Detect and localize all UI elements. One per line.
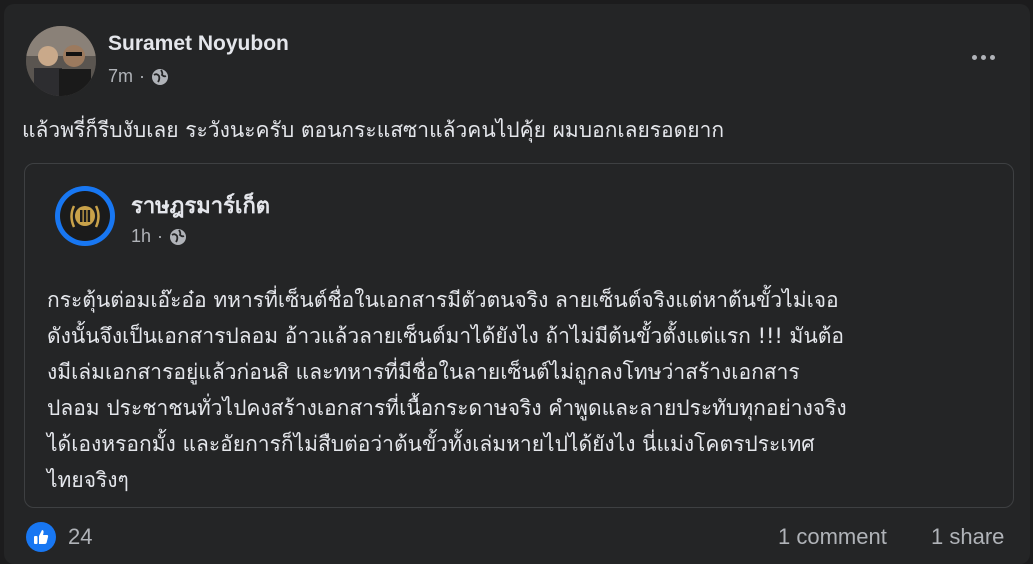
more-options-icon[interactable] [964,42,1002,72]
shared-post-text: กระตุ้นต่อมเอ๊ะอ๋อ ทหารที่เซ็นต์ชื่อในเอ… [47,282,997,498]
post-meta: 7m · [108,66,169,87]
globe-icon[interactable] [151,68,169,86]
like-icon[interactable] [26,522,56,552]
meta-separator: · [139,66,146,86]
post-card: Suramet Noyubon 7m · แล้วพรี่ก็รีบงับเลย… [4,4,1030,564]
post-footer: 24 1 comment 1 share [4,518,1030,558]
page-avatar[interactable] [55,186,115,246]
text-line: ไทยจริงๆ [47,468,129,492]
shared-post-time[interactable]: 1h [131,226,151,247]
thumbs-up-icon [34,530,49,544]
more-dot [971,54,977,60]
page-logo [60,191,110,241]
globe-icon[interactable] [169,228,187,246]
author-name[interactable]: Suramet Noyubon [108,32,289,56]
text-line: กระตุ้นต่อมเอ๊ะอ๋อ ทหารที่เซ็นต์ชื่อในเอ… [47,288,839,312]
more-dot [989,54,995,60]
shared-post-meta: 1h · [131,226,187,247]
text-line: งมีเล่มเอกสารอยู่แล้วก่อนสิ และทหารที่มี… [47,360,800,384]
author-avatar[interactable] [26,26,96,96]
text-line: ได้เองหรอกมั้ง และอัยการก็ไม่สืบต่อว่าต้… [47,432,815,456]
shares-count-link[interactable]: 1 share [931,524,1004,550]
text-line: ดังนั้นจึงเป็นเอกสารปลอม อ้าวแล้วลายเซ็น… [47,324,844,348]
post-text: แล้วพรี่ก็รีบงับเลย ระวังนะครับ ตอนกระแส… [22,118,725,142]
post-time[interactable]: 7m [108,66,133,87]
reaction-count[interactable]: 24 [68,524,92,550]
comments-count-link[interactable]: 1 comment [778,524,887,550]
page-name[interactable]: ราษฎรมาร์เก็ต [131,188,270,223]
text-line: ปลอม ประชาชนทั่วไปคงสร้างเอกสารที่เนื้อก… [47,396,847,420]
meta-separator: · [157,226,164,246]
laurel-logo-icon [70,205,100,228]
avatar-photo-icon [26,26,96,96]
more-dot [980,54,986,60]
shared-post[interactable]: ราษฎรมาร์เก็ต 1h · กระตุ้นต่อมเอ๊ะอ๋อ ทห… [24,163,1014,508]
